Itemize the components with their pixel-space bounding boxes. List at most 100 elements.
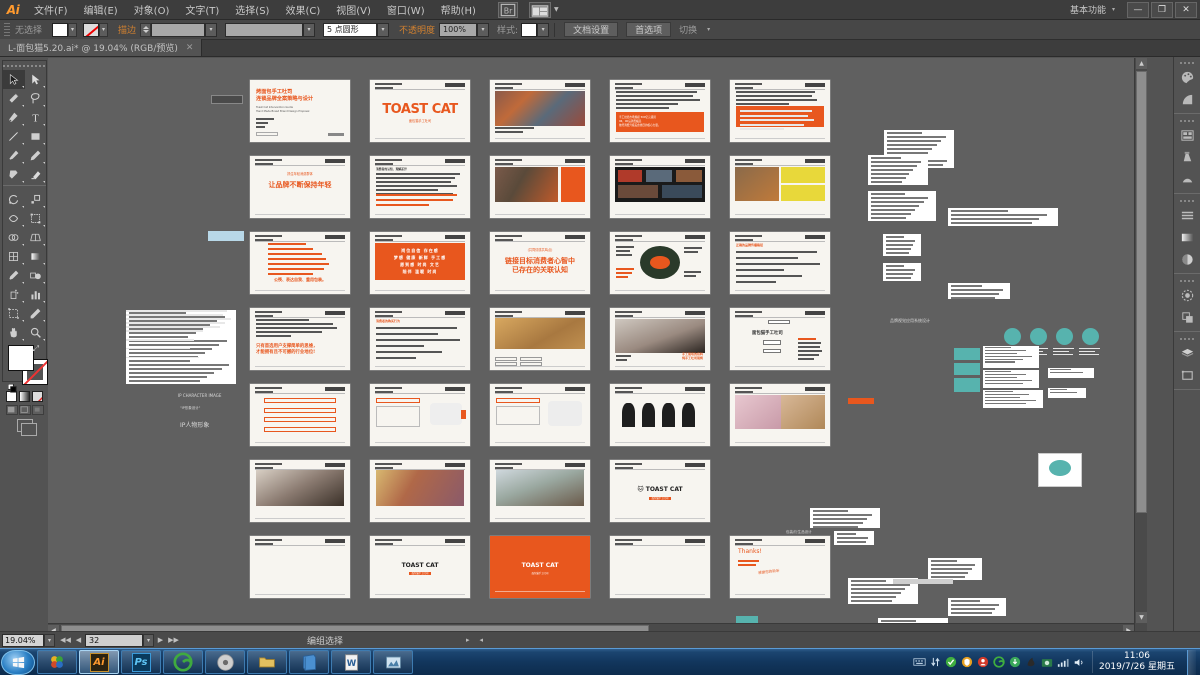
canvas-text-note[interactable] [883,263,921,281]
artboard-slide[interactable] [730,156,830,218]
fill-color-swatch[interactable] [8,345,34,371]
close-button[interactable]: ✕ [1175,1,1197,18]
document-setup-button[interactable]: 文档设置 [564,22,619,37]
artboard-slide[interactable] [490,460,590,522]
network-sync-icon[interactable] [929,656,942,669]
layers-panel-icon[interactable] [1174,342,1200,364]
artboard-slide[interactable]: 消费者的认知、理解差异 [370,156,470,218]
next-artboard-button[interactable]: ▶ [154,634,167,647]
dock-group-handle[interactable] [1174,197,1200,204]
menu-help[interactable]: 帮助(H) [433,0,484,20]
download-icon[interactable] [1009,656,1022,669]
artboard-slide[interactable]: 岗位自信 存在感 梦想 健康 新鲜 手工感 愿到感 时尚 文艺 陪伴 温暖 时尚 [370,232,470,294]
screenshot-icon[interactable] [1041,656,1054,669]
menu-edit[interactable]: 编辑(E) [76,0,126,20]
close-icon[interactable]: ✕ [186,43,194,53]
restore-button[interactable]: ❐ [1151,1,1173,18]
artboard-dropdown-icon[interactable]: ▾ [143,633,154,647]
draw-behind-icon[interactable] [18,405,31,415]
menu-view[interactable]: 视图(V) [328,0,379,20]
control-bar-grip[interactable] [4,22,10,37]
canvas-label[interactable]: IP CHARACTER IMAGE [178,393,221,398]
fill-stroke-control[interactable]: ⤢ [7,344,48,393]
fill-dropdown-icon[interactable]: ▾ [68,22,78,37]
taskbar-disc[interactable] [205,650,245,674]
teal-white-card[interactable] [1048,368,1094,378]
teal-white-card[interactable] [1048,388,1086,398]
taskbar-explorer[interactable] [247,650,287,674]
artboard-slide[interactable] [490,80,590,142]
input-method-icon[interactable] [1025,656,1038,669]
teal-circle-node[interactable] [1056,328,1073,345]
canvas-text-note[interactable] [810,508,880,528]
artboard-slide[interactable] [490,308,590,370]
artboard-slide[interactable]: 抓住年轻消费群体 让品牌不断保持年轻 [250,156,350,218]
quick-launch-windows[interactable] [37,650,77,674]
artboard-slide[interactable]: 手工烘焙市场规模 500亿元级别 96、00后消费崛起 依托消费升级美食类目的核… [610,80,710,142]
bridge-icon[interactable]: Br [497,1,518,18]
taskbar-photoshop[interactable]: Ps [121,650,161,674]
control-more-label[interactable]: 切换 [679,23,697,36]
width-tool[interactable] [3,209,25,228]
last-artboard-button[interactable]: ▶▶ [167,634,180,647]
stroke-weight-dropdown-icon[interactable]: ▾ [205,22,218,37]
artboard-slide[interactable]: 正确的品牌传播路径 [730,232,830,294]
blob-brush-tool[interactable] [3,165,25,184]
arrange-chevron-icon[interactable]: ▼ [554,6,559,13]
dock-group-handle[interactable] [1174,117,1200,124]
teal-info-box[interactable] [954,348,980,360]
align-panel-icon[interactable] [1174,204,1200,226]
canvas-label[interactable]: IP人物形象 [180,420,209,429]
appearance-panel-icon[interactable] [1174,248,1200,270]
symbol-sprayer-tool[interactable] [3,285,25,304]
stroke-profile-dropdown-icon[interactable]: ▾ [303,22,316,37]
green-shield-icon[interactable] [945,656,958,669]
free-transform-tool[interactable] [25,209,47,228]
stroke-weight-stepper[interactable] [140,22,152,37]
canvas-text-note[interactable] [948,598,1006,616]
artboards-panel-icon[interactable] [1174,124,1200,146]
workspace-switcher[interactable]: 基本功能 [1064,3,1112,16]
canvas-text-note[interactable] [868,155,928,185]
canvas-text-note[interactable] [883,234,921,256]
swap-fill-stroke-icon[interactable]: ⤢ [33,344,39,354]
type-tool[interactable]: T [25,108,47,127]
transparency-panel-icon[interactable] [1174,284,1200,306]
teal-info-box[interactable] [954,363,980,375]
fill-swatch[interactable] [52,22,69,37]
artboard-slide[interactable]: Thanks! 感谢您的聆听 [730,536,830,598]
vertical-scroll-thumb[interactable] [1136,71,1147,513]
line-segment-tool[interactable] [3,127,25,146]
taskbar-browser[interactable] [163,650,203,674]
artboard-slide[interactable]: 只有首选用户支撑简单的思维， 才能拥有且不可撼的行业地位! [250,308,350,370]
show-desktop-button[interactable] [1187,649,1196,675]
artboard-slide[interactable]: (共同情感共鸣点) 链接目标消费者心智中 已存在的关联认知 [490,232,590,294]
opacity-dropdown-icon[interactable]: ▾ [477,22,490,37]
blend-tool[interactable] [25,266,47,285]
status-chevron-icon[interactable]: ▸ [466,636,470,644]
lasso-tool[interactable] [25,89,47,108]
artboard-slide[interactable] [250,460,350,522]
mesh-tool[interactable] [3,247,25,266]
artboard-slide[interactable]: 手工现场的有料 纯手工吐司现烤 [610,308,710,370]
pathfinder-panel-icon[interactable] [1174,306,1200,328]
none-mode-button[interactable] [32,391,43,402]
gradient-tool[interactable] [25,247,47,266]
artboard-slide[interactable]: 消费者的购买行为 [370,308,470,370]
artboard-slide[interactable] [250,384,350,446]
gradient-panel-icon[interactable] [1174,226,1200,248]
artboard-number-field[interactable]: 32 [85,633,143,647]
selection-tool[interactable] [3,70,25,89]
arrange-documents-icon[interactable] [528,1,551,18]
artboard-slide[interactable] [610,536,710,598]
artboard-slide[interactable]: 烤面包手工吐司 连锁品牌全案策略与设计 Toast Cat Interventi… [250,80,350,142]
clock[interactable]: 11:06 2019/7/26 星期五 [1091,650,1181,674]
document-canvas[interactable]: 烤面包手工吐司 连锁品牌全案策略与设计 Toast Cat Interventi… [48,58,1147,636]
taskbar-illustrator[interactable]: Ai [79,650,119,674]
artboard-slide[interactable]: TOAST CAT 面包猫手工吐司 [490,536,590,598]
artboard-slide[interactable] [370,460,470,522]
eyedropper-tool[interactable] [3,266,25,285]
artboard-slide[interactable] [250,536,350,598]
rectangle-tool[interactable] [25,127,47,146]
start-button[interactable] [1,649,35,675]
